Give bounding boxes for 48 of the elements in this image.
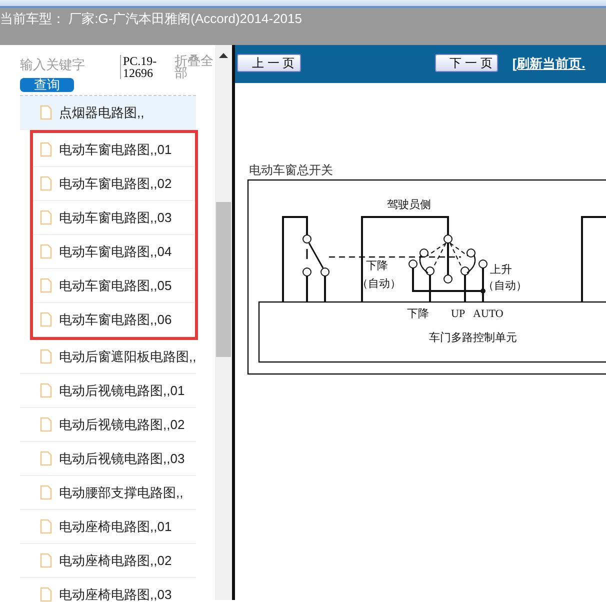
sidebar-item[interactable]: 电动车窗电路图,,04: [33, 235, 195, 269]
sidebar-item[interactable]: 电动车窗电路图,,02: [33, 167, 195, 201]
diagram-label: AUTO: [473, 308, 504, 320]
diagram-label: （自动）: [357, 278, 401, 290]
sidebar-item[interactable]: 点烟器电路图,,: [20, 96, 196, 130]
document-icon: [40, 349, 52, 364]
sidebar-item[interactable]: 电动座椅电路图,,01: [20, 510, 196, 544]
sidebar-item[interactable]: 电动车窗电路图,,01: [33, 133, 195, 167]
document-icon: [40, 278, 52, 293]
document-icon: [40, 519, 52, 534]
document-icon: [40, 553, 52, 568]
search-button[interactable]: 查询: [20, 78, 74, 92]
diagram-label: 下降: [407, 308, 429, 320]
sidebar-item[interactable]: 电动车窗电路图,,06: [33, 303, 195, 337]
document-icon: [40, 105, 52, 120]
diagram-label: 上升: [490, 264, 512, 276]
sidebar-item[interactable]: 电动后视镜电路图,,03: [20, 442, 196, 476]
previous-page-button[interactable]: 上 一 页: [237, 54, 301, 72]
sidebar-item[interactable]: 电动后视镜电路图,,02: [20, 408, 196, 442]
document-icon: [40, 244, 52, 259]
document-icon: [40, 451, 52, 466]
car-model-title: 当前车型： 厂家:G-广汽本田雅阁(Accord)2014-2015: [0, 11, 302, 26]
sidebar-item[interactable]: 电动车窗电路图,,03: [33, 201, 195, 235]
next-page-button[interactable]: 下 一 页: [434, 54, 498, 72]
diagram-title: 电动车窗总开关: [249, 162, 334, 179]
document-icon: [40, 383, 52, 398]
document-icon: [40, 312, 52, 327]
code-text: PC.19-12696: [120, 55, 168, 79]
document-icon: [40, 417, 52, 432]
document-icon: [40, 485, 52, 500]
sidebar-item[interactable]: 电动座椅电路图,,02: [20, 544, 196, 578]
document-icon: [40, 587, 52, 602]
refresh-link[interactable]: [刷新当前页.: [512, 54, 586, 74]
sidebar-item[interactable]: 电动腰部支撑电路图,,: [20, 476, 196, 510]
sidebar-item[interactable]: 电动后窗遮阳板电路图,,: [20, 340, 196, 374]
document-icon: [40, 210, 52, 225]
sidebar-item[interactable]: 电动后视镜电路图,,01: [20, 374, 196, 408]
scrollbar-drawing[interactable]: [215, 45, 232, 600]
diagram-label: UP: [451, 308, 466, 320]
diagram-label: 驾驶员侧: [387, 199, 431, 211]
diagram-label: 车门多路控制单元: [429, 332, 517, 344]
diagram-label: 下降: [366, 260, 388, 272]
document-icon: [40, 142, 52, 157]
keyword-field[interactable]: 输入关键字: [20, 55, 96, 74]
sidebar-item[interactable]: 电动座椅电路图,,03: [20, 578, 196, 602]
sidebar-item[interactable]: 电动车窗电路图,,05: [33, 269, 195, 303]
diagram-label: （自动）: [483, 280, 527, 292]
document-icon: [40, 176, 52, 191]
